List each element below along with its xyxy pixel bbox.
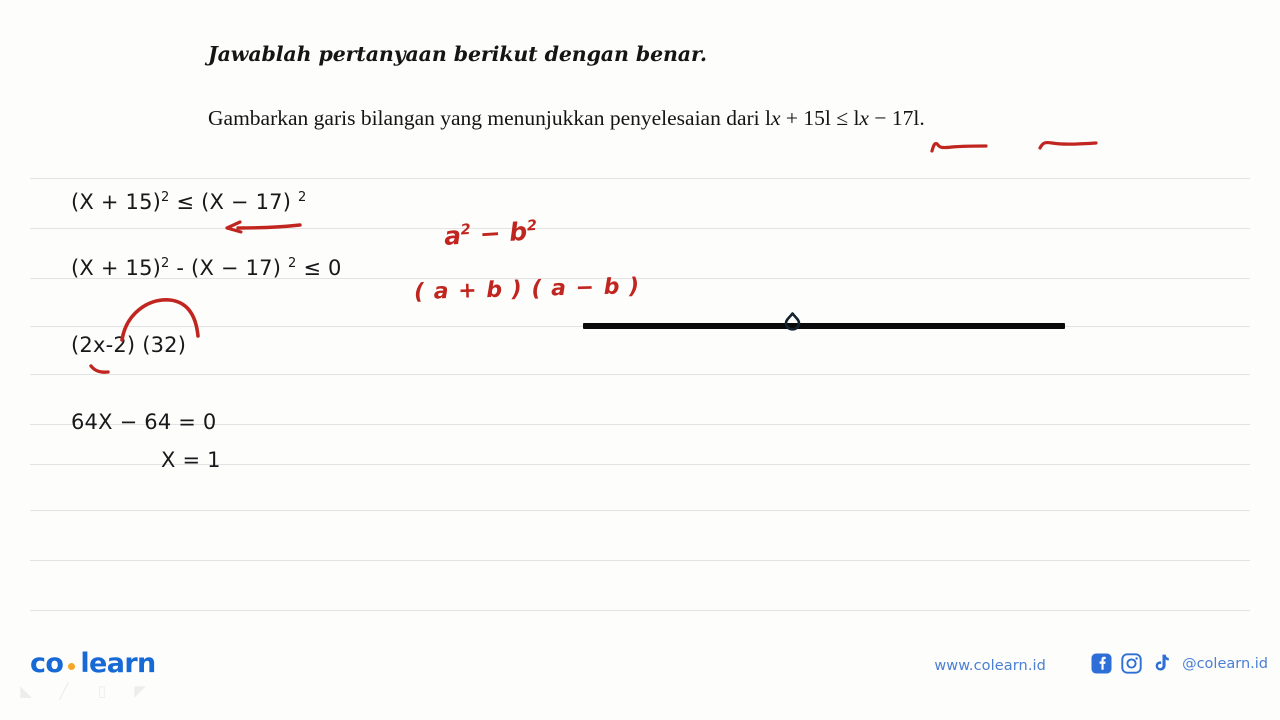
instruction-text: Jawablah pertanyaan berikut dengan benar… bbox=[208, 42, 707, 66]
question-block: Jawablah pertanyaan berikut dengan benar… bbox=[0, 0, 1280, 130]
rule-line bbox=[30, 178, 1250, 179]
rule-line bbox=[30, 560, 1250, 561]
logo-dot-icon bbox=[68, 663, 76, 670]
instagram-icon[interactable] bbox=[1121, 653, 1142, 674]
eraser-icon: ◤ bbox=[134, 683, 146, 700]
question-middle: + 15l ≤ l bbox=[780, 106, 860, 130]
step-1-mid: ≤ (X − 17) bbox=[169, 190, 298, 214]
page-footer: co learn ◣ ╱ ▯ ◤ www.colearn.id @colearn… bbox=[0, 640, 1280, 720]
rule-line bbox=[30, 374, 1250, 375]
question-variable-1: x bbox=[771, 106, 781, 130]
logo-text-learn: learn bbox=[80, 648, 156, 679]
step-1-exponent-2: 2 bbox=[298, 190, 307, 205]
facebook-icon[interactable] bbox=[1091, 653, 1112, 674]
arrow-to-step-1-icon bbox=[225, 220, 302, 234]
underline-abs-right-icon bbox=[1038, 140, 1098, 150]
annotation-difference-of-squares: a2 − b2 bbox=[443, 216, 538, 251]
underline-abs-left-icon bbox=[930, 141, 988, 153]
dos-exponent-a: 2 bbox=[460, 221, 472, 239]
social-links: @colearn.id bbox=[1091, 653, 1268, 674]
solution-step-5: X = 1 bbox=[161, 448, 221, 472]
rule-line bbox=[30, 610, 1250, 611]
dos-operator: − bbox=[470, 217, 511, 250]
step-2-end: ≤ 0 bbox=[296, 256, 342, 280]
rule-line bbox=[30, 228, 1250, 229]
worksheet-page: Jawablah pertanyaan berikut dengan benar… bbox=[0, 0, 1280, 720]
step-2-exponent-1: 2 bbox=[161, 256, 170, 271]
solution-step-4: 64X − 64 = 0 bbox=[71, 410, 217, 434]
note-icon: ▯ bbox=[97, 683, 107, 700]
solution-step-3: (2x-2) (32) bbox=[71, 333, 187, 357]
step-1-main: (X + 15) bbox=[71, 190, 162, 214]
solution-step-2: (X + 15)2 - (X − 17) 2 ≤ 0 bbox=[71, 256, 342, 280]
number-line-open-circle-icon bbox=[784, 312, 801, 331]
dos-base-a: a bbox=[443, 220, 462, 251]
question-suffix: − 17l. bbox=[868, 106, 925, 130]
step-2-mid: - (X − 17) bbox=[169, 256, 288, 280]
question-text: Gambarkan garis bilangan yang menunjukka… bbox=[208, 106, 925, 131]
number-line-bar bbox=[583, 323, 1065, 329]
logo-text-co: co bbox=[30, 648, 64, 679]
step-1-exponent-1: 2 bbox=[161, 190, 170, 205]
question-prefix: Gambarkan garis bilangan yang menunjukka… bbox=[208, 106, 771, 130]
cursor-icon: ◣ bbox=[20, 683, 32, 700]
pen-icon: ╱ bbox=[59, 683, 69, 700]
tiktok-icon[interactable] bbox=[1151, 653, 1170, 674]
dos-exponent-b: 2 bbox=[526, 217, 538, 235]
watermark-toolbar-icons: ◣ ╱ ▯ ◤ bbox=[16, 684, 150, 700]
rule-line bbox=[30, 510, 1250, 511]
dos-base-b: b bbox=[508, 216, 529, 247]
solution-step-1: (X + 15)2 ≤ (X − 17) 2 bbox=[71, 190, 306, 214]
step-2-main: (X + 15) bbox=[71, 256, 162, 280]
question-variable-2: x bbox=[859, 106, 869, 130]
colearn-logo[interactable]: co learn bbox=[30, 648, 156, 679]
website-url[interactable]: www.colearn.id bbox=[934, 658, 1046, 674]
social-handle[interactable]: @colearn.id bbox=[1182, 656, 1268, 672]
